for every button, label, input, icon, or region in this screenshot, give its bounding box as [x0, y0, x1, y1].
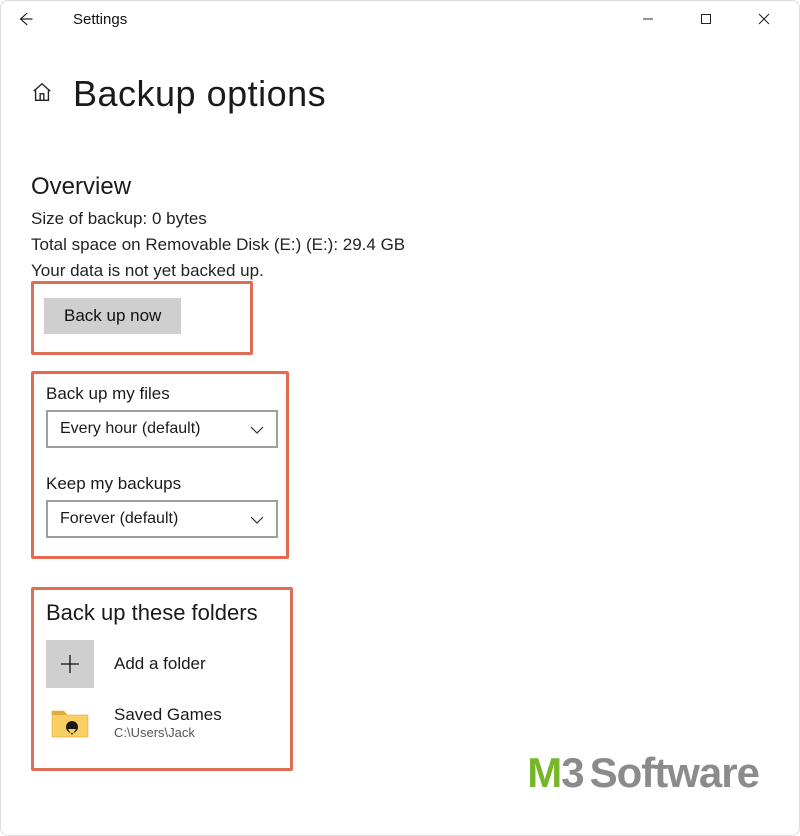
home-icon[interactable] — [31, 81, 53, 108]
backup-now-highlight: Back up now — [31, 281, 253, 355]
maximize-button[interactable] — [677, 1, 735, 37]
keep-backups-select[interactable]: Forever (default) — [46, 500, 278, 538]
chevron-down-icon — [250, 421, 264, 437]
folder-item[interactable]: Saved Games C:\Users\Jack — [46, 698, 278, 746]
backup-now-button[interactable]: Back up now — [44, 298, 181, 334]
page-title: Backup options — [73, 73, 326, 115]
app-title: Settings — [73, 11, 127, 28]
chevron-down-icon — [250, 511, 264, 527]
overview-heading: Overview — [31, 173, 769, 201]
close-button[interactable] — [735, 1, 793, 37]
frequency-settings-highlight: Back up my files Every hour (default) Ke… — [31, 371, 289, 559]
watermark-text: Software — [590, 749, 759, 797]
keep-backups-label: Keep my backups — [46, 474, 274, 494]
folders-heading: Back up these folders — [46, 600, 278, 626]
watermark-logo: M3 Software — [527, 749, 759, 797]
folders-highlight: Back up these folders Add a folder Saved… — [31, 587, 293, 771]
folder-path: C:\Users\Jack — [114, 725, 222, 740]
backup-frequency-value: Every hour (default) — [60, 420, 201, 438]
minimize-button[interactable] — [619, 1, 677, 37]
watermark-m: M — [527, 749, 561, 796]
watermark-3: 3 — [561, 749, 583, 796]
add-folder-button[interactable]: Add a folder — [46, 640, 278, 688]
add-folder-label: Add a folder — [114, 654, 206, 674]
folder-icon — [46, 698, 94, 746]
back-button[interactable] — [7, 1, 43, 37]
backup-frequency-label: Back up my files — [46, 384, 274, 404]
backup-status-text: Your data is not yet backed up. — [31, 261, 769, 281]
folder-name: Saved Games — [114, 705, 222, 725]
backup-frequency-select[interactable]: Every hour (default) — [46, 410, 278, 448]
plus-icon — [46, 640, 94, 688]
total-space-text: Total space on Removable Disk (E:) (E:):… — [31, 235, 769, 255]
backup-size-text: Size of backup: 0 bytes — [31, 209, 769, 229]
keep-backups-value: Forever (default) — [60, 510, 178, 528]
